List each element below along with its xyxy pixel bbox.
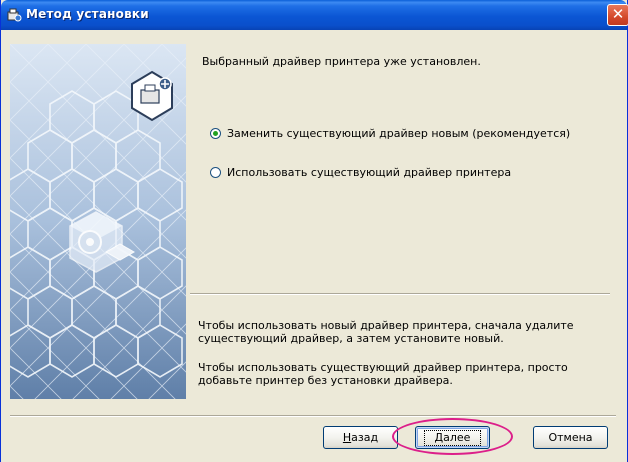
cancel-button[interactable]: Отмена [533, 426, 608, 449]
decorative-side-image [10, 44, 186, 399]
radio-existing-label[interactable]: Использовать существующий драйвер принте… [227, 166, 511, 179]
window-title: Метод установки [26, 7, 149, 21]
back-button[interactable]: Назад [323, 426, 398, 449]
radio-use-existing-driver[interactable]: Использовать существующий драйвер принте… [210, 164, 511, 180]
next-button-label: Далее [423, 429, 482, 446]
cancel-button-label: Отмена [548, 431, 593, 444]
dialog-content: Выбранный драйвер принтера уже установле… [186, 44, 613, 399]
close-icon: ✕ [611, 5, 625, 23]
page-heading: Выбранный драйвер принтера уже установле… [202, 55, 481, 68]
radio-replace-label[interactable]: Заменить существующий драйвер новым (рек… [227, 127, 570, 140]
title-bar[interactable]: Метод установки ✕ [1, 0, 628, 30]
info-text-new-driver: Чтобы использовать новый драйвер принтер… [198, 319, 574, 345]
next-button[interactable]: Далее [415, 426, 490, 449]
close-button[interactable]: ✕ [607, 4, 628, 26]
info-text-existing-driver: Чтобы использовать существующий драйвер … [198, 361, 568, 387]
radio-button-selected[interactable] [210, 127, 221, 139]
back-button-label: Назад [342, 431, 379, 444]
radio-replace-driver[interactable]: Заменить существующий драйвер новым (рек… [210, 125, 570, 141]
installer-icon [7, 8, 22, 22]
radio-button-unselected[interactable] [210, 166, 221, 178]
installer-dialog: Метод установки ✕ Выбранный драйвер прин… [0, 0, 628, 462]
hexagon-illustration [10, 44, 186, 399]
footer-separator [10, 415, 616, 417]
content-separator [190, 293, 610, 295]
